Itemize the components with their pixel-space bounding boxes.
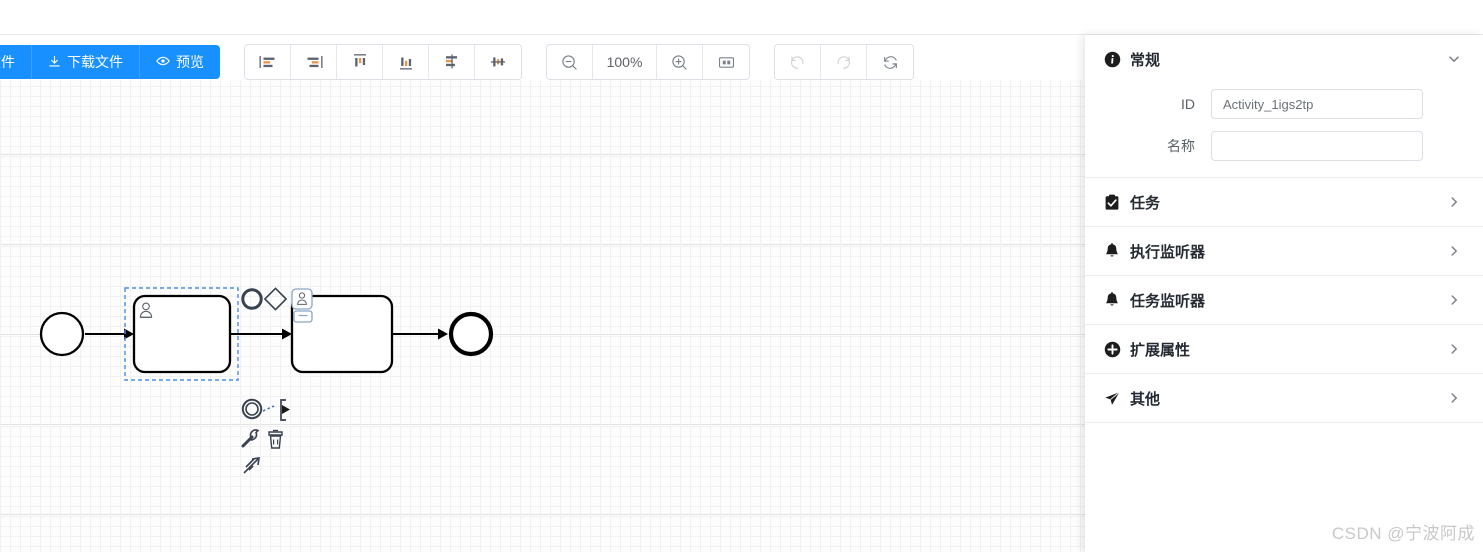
align-top-icon bbox=[350, 53, 370, 71]
sequence-flow-2[interactable] bbox=[230, 328, 292, 340]
open-file-button[interactable]: 开文件 bbox=[0, 45, 32, 79]
fit-viewport-button[interactable] bbox=[703, 45, 749, 79]
align-right-icon bbox=[304, 54, 324, 70]
section-title-other: 其他 bbox=[1130, 390, 1161, 408]
plus-circle-icon bbox=[1103, 340, 1121, 358]
panel-section-general: 常规 ID 名称 bbox=[1085, 35, 1483, 178]
panel-section-other: 其他 bbox=[1085, 374, 1483, 423]
sequence-flow-1[interactable] bbox=[85, 328, 134, 340]
section-title-task-listener: 任务监听器 bbox=[1130, 292, 1206, 310]
field-row-name: 名称 bbox=[1085, 131, 1483, 161]
properties-panel: 常规 ID 名称 bbox=[1085, 35, 1483, 552]
align-left-icon bbox=[258, 54, 278, 70]
bpmn-diagram bbox=[39, 287, 494, 474]
panel-section-execution-listener: 执行监听器 bbox=[1085, 227, 1483, 276]
undo-button[interactable] bbox=[775, 45, 821, 79]
name-input[interactable] bbox=[1211, 131, 1423, 161]
align-button-group bbox=[244, 44, 522, 80]
clipboard-check-icon bbox=[1103, 193, 1121, 211]
align-center-horizontal-button[interactable] bbox=[429, 45, 475, 79]
section-title-task: 任务 bbox=[1130, 194, 1161, 212]
align-center-horizontal-icon bbox=[442, 53, 462, 71]
file-action-group: 开文件 下载文件 bbox=[0, 45, 220, 79]
restore-button[interactable] bbox=[867, 45, 913, 79]
append-gateway-button[interactable] bbox=[263, 287, 288, 311]
append-intermediate-event-button[interactable] bbox=[241, 398, 263, 420]
open-file-label: 开文件 bbox=[0, 54, 15, 70]
restore-icon bbox=[882, 54, 899, 71]
align-left-button[interactable] bbox=[245, 45, 291, 79]
fit-viewport-icon bbox=[718, 55, 735, 70]
zoom-in-button[interactable] bbox=[657, 45, 703, 79]
preview-button[interactable]: 预览 bbox=[140, 45, 220, 79]
send-icon bbox=[1103, 389, 1121, 407]
redo-icon bbox=[835, 54, 852, 71]
undo-icon bbox=[789, 54, 806, 71]
id-input[interactable] bbox=[1211, 89, 1423, 119]
panel-section-task: 任务 bbox=[1085, 178, 1483, 227]
zoom-level-button[interactable]: 100% bbox=[593, 45, 657, 79]
section-header-execution-listener[interactable]: 执行监听器 bbox=[1085, 227, 1483, 275]
download-icon bbox=[48, 55, 61, 70]
align-bottom-icon bbox=[396, 53, 416, 71]
zoom-level-label: 100% bbox=[606, 54, 643, 70]
connect-button[interactable] bbox=[243, 457, 260, 474]
section-header-task[interactable]: 任务 bbox=[1085, 178, 1483, 226]
general-form: ID 名称 bbox=[1085, 83, 1483, 177]
section-title-general: 常规 bbox=[1130, 51, 1161, 69]
end-event[interactable] bbox=[448, 311, 494, 357]
download-file-label: 下载文件 bbox=[67, 54, 123, 70]
zoom-out-icon bbox=[561, 54, 578, 71]
align-top-button[interactable] bbox=[337, 45, 383, 79]
bell-icon bbox=[1103, 242, 1121, 260]
start-event[interactable] bbox=[39, 311, 85, 357]
append-task-button[interactable] bbox=[291, 288, 313, 323]
append-end-event-button[interactable] bbox=[241, 288, 263, 310]
section-title-execution-listener: 执行监听器 bbox=[1130, 243, 1206, 261]
redo-button[interactable] bbox=[821, 45, 867, 79]
user-task-selected[interactable] bbox=[132, 294, 232, 374]
toolbar-inner: 开文件 下载文件 bbox=[0, 44, 914, 80]
section-header-general[interactable]: 常规 bbox=[1085, 35, 1483, 83]
chevron-right-icon[interactable] bbox=[1447, 342, 1461, 356]
section-header-extension-properties[interactable]: 扩展属性 bbox=[1085, 325, 1483, 373]
panel-section-extension-properties: 扩展属性 bbox=[1085, 325, 1483, 374]
zoom-out-button[interactable] bbox=[547, 45, 593, 79]
delete-button[interactable] bbox=[268, 429, 283, 449]
sequence-flow-3[interactable] bbox=[392, 328, 448, 340]
preview-label: 预览 bbox=[176, 54, 204, 70]
zoom-button-group: 100% bbox=[546, 44, 750, 80]
section-title-extension-properties: 扩展属性 bbox=[1130, 341, 1191, 359]
chevron-right-icon[interactable] bbox=[1447, 195, 1461, 209]
change-type-button[interactable] bbox=[241, 429, 260, 448]
align-center-vertical-button[interactable] bbox=[475, 45, 521, 79]
bpmn-editor-app: 开文件 下载文件 bbox=[0, 0, 1483, 552]
context-pad bbox=[241, 287, 313, 474]
label-name: 名称 bbox=[1167, 138, 1195, 154]
info-icon bbox=[1103, 50, 1121, 68]
section-header-task-listener[interactable]: 任务监听器 bbox=[1085, 276, 1483, 324]
align-right-button[interactable] bbox=[291, 45, 337, 79]
bell-icon bbox=[1103, 291, 1121, 309]
download-file-button[interactable]: 下载文件 bbox=[32, 45, 140, 79]
chevron-right-icon[interactable] bbox=[1447, 391, 1461, 405]
chevron-right-icon[interactable] bbox=[1447, 293, 1461, 307]
align-bottom-button[interactable] bbox=[383, 45, 429, 79]
panel-section-task-listener: 任务监听器 bbox=[1085, 276, 1483, 325]
eye-icon bbox=[156, 54, 170, 70]
section-header-other[interactable]: 其他 bbox=[1085, 374, 1483, 422]
align-center-vertical-icon bbox=[488, 53, 508, 71]
chevron-right-icon[interactable] bbox=[1447, 244, 1461, 258]
field-row-id: ID bbox=[1085, 89, 1483, 119]
history-button-group bbox=[774, 44, 914, 80]
zoom-in-icon bbox=[671, 54, 688, 71]
chevron-down-icon[interactable] bbox=[1447, 52, 1461, 66]
append-text-annotation-button[interactable] bbox=[262, 399, 290, 421]
label-id: ID bbox=[1181, 96, 1195, 112]
